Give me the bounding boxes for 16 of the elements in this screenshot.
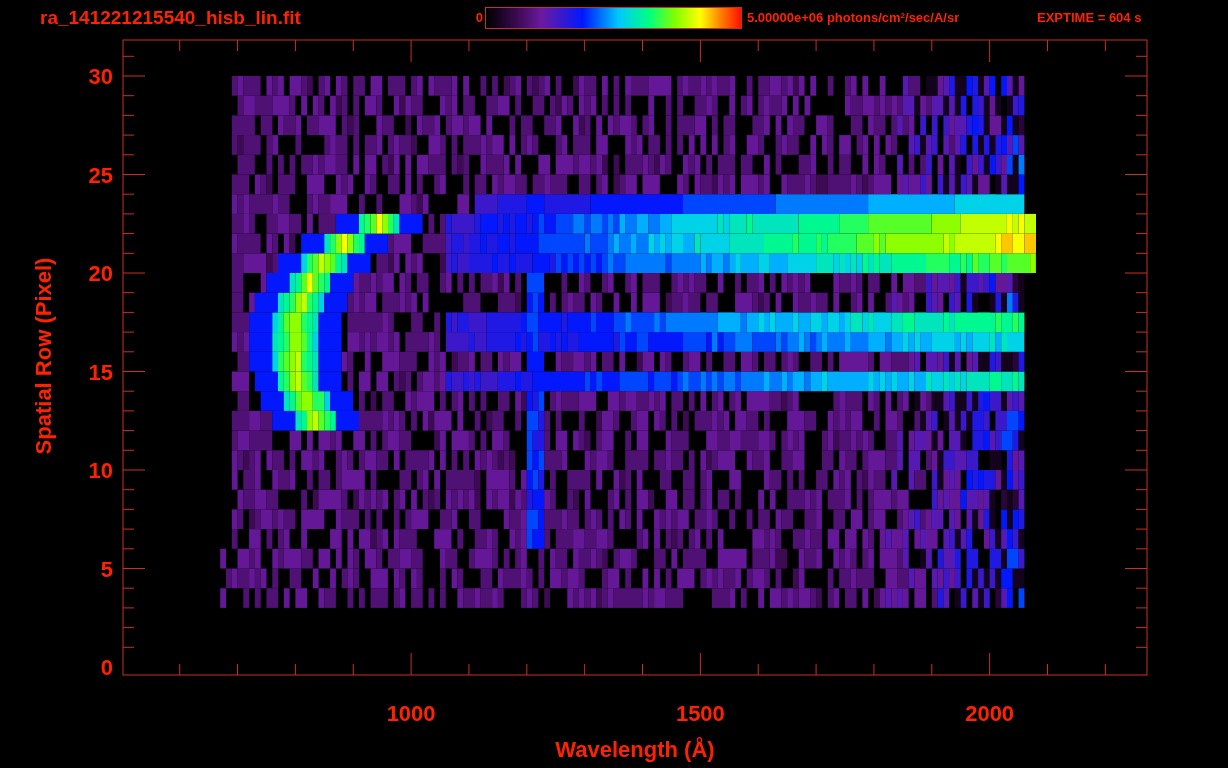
y-tick-label: 5 xyxy=(100,556,113,582)
x-tick-label: 2000 xyxy=(965,701,1015,726)
x-axis-label: Wavelength (Å) xyxy=(555,737,715,762)
y-axis-label: Spatial Row (Pixel) xyxy=(31,257,56,455)
y-tick-label: 25 xyxy=(88,162,113,188)
colorbar-min-label: 0 xyxy=(474,9,483,28)
y-tick-label: 10 xyxy=(88,458,113,483)
x-tick-label: 1500 xyxy=(675,701,725,726)
colorbar-max-label: 5.00000e+06 photons/cm$^{2}$/sec/A/sr xyxy=(747,9,961,28)
y-tick-label: 0 xyxy=(100,655,113,680)
y-tick-label: 30 xyxy=(88,64,113,89)
x-tick-label: 1000 xyxy=(386,701,436,726)
exposure-time: EXPTIME = 604 s xyxy=(1037,9,1142,28)
file-title: ra_141221215540_hisb_lin.fit xyxy=(40,5,302,30)
y-tick-label: 15 xyxy=(88,359,113,385)
y-tick-label: 20 xyxy=(88,261,113,286)
